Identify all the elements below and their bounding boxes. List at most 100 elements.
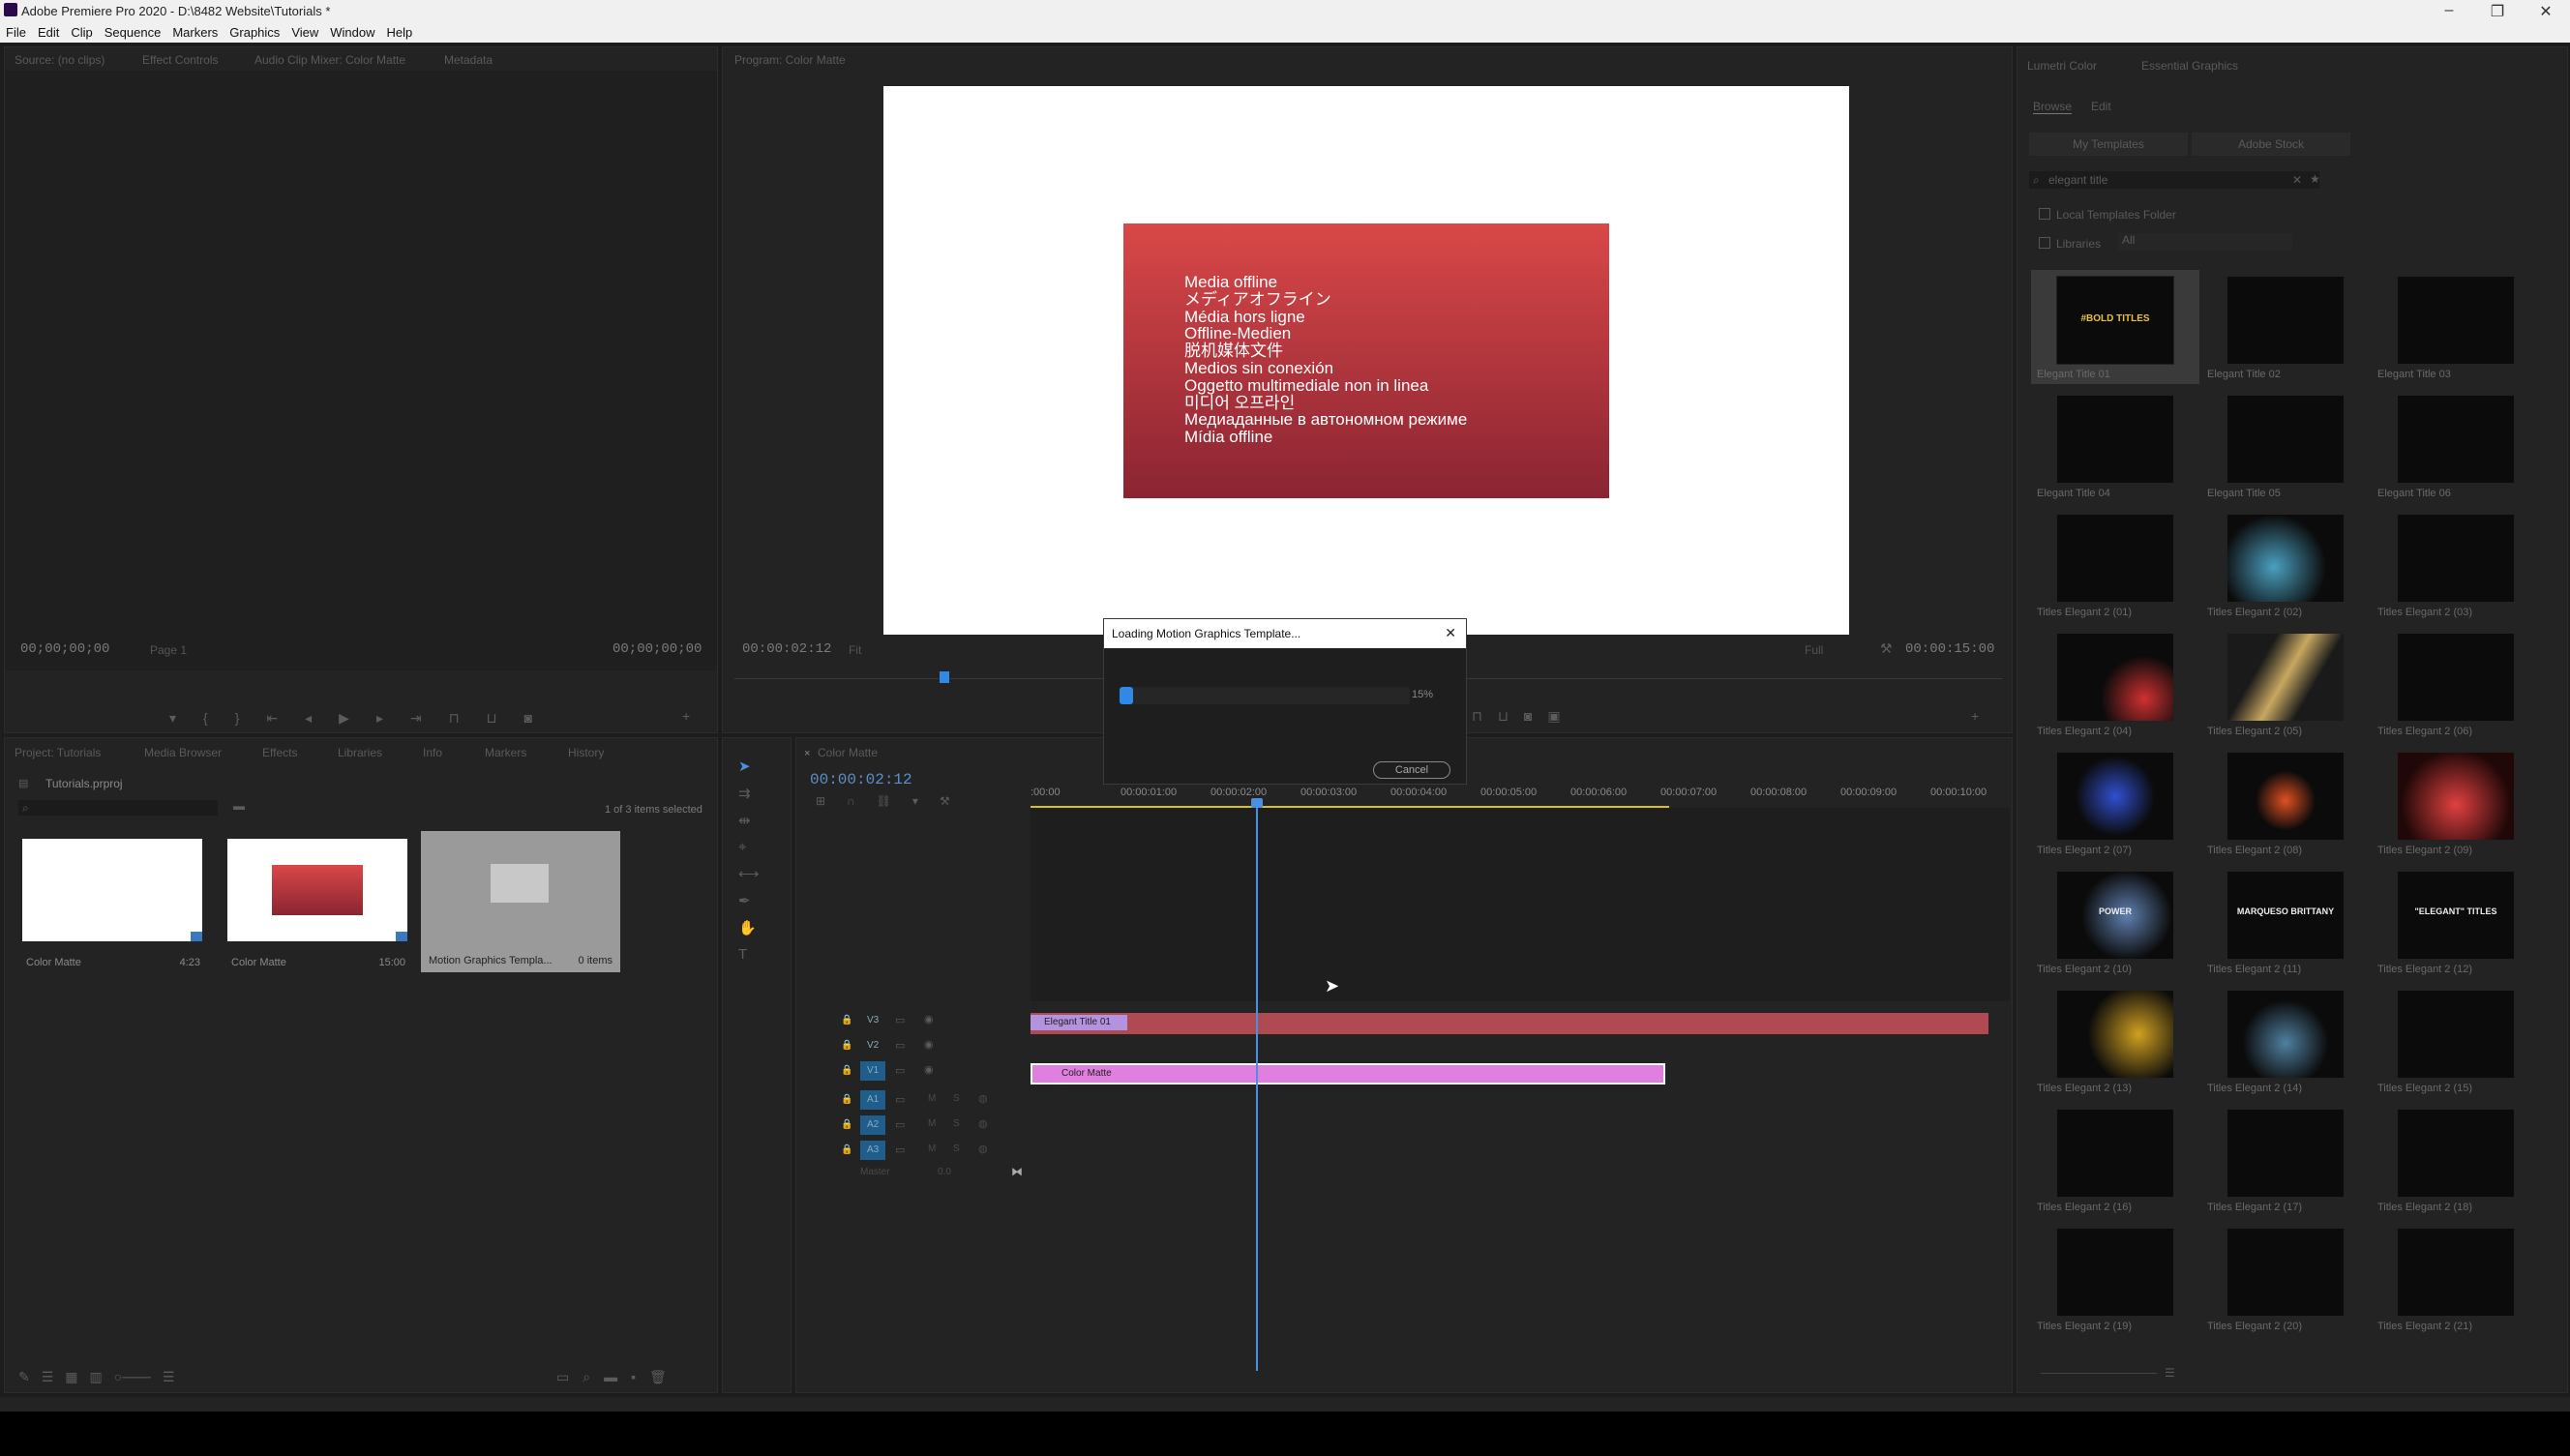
template-item[interactable]: Titles Elegant 2 (14) (2201, 984, 2370, 1098)
template-item[interactable]: Titles Elegant 2 (18) (2372, 1103, 2540, 1217)
slip-tool-icon[interactable]: ⟷ (738, 865, 760, 882)
menu-window[interactable]: Window (330, 25, 374, 40)
sort-icon[interactable]: ☰ (163, 1369, 175, 1385)
new-bin-icon[interactable]: ▬ (233, 799, 245, 813)
subtab-edit[interactable]: Edit (2091, 100, 2111, 113)
mic-icon[interactable]: ◍ (978, 1117, 988, 1130)
selection-tool-icon[interactable]: ➤ (738, 758, 760, 775)
fit-dropdown[interactable]: Fit (849, 643, 861, 657)
template-item[interactable]: Titles Elegant 2 (03) (2372, 508, 2540, 622)
track-target-button[interactable]: A2 (860, 1115, 885, 1135)
tab-markers[interactable]: Markers (485, 746, 526, 759)
template-item[interactable]: Titles Elegant 2 (01) (2031, 508, 2199, 622)
template-item[interactable]: Titles Elegant 2 (08) (2201, 746, 2370, 860)
mic-icon[interactable]: ◍ (978, 1143, 988, 1155)
camera-icon[interactable]: ◙ (524, 710, 532, 727)
close-sequence-icon[interactable]: × (804, 748, 810, 759)
wrench-icon[interactable]: ⚒ (1880, 640, 1893, 657)
track-select-tool-icon[interactable]: ⇉ (738, 785, 760, 802)
track-target-button[interactable]: V3 (860, 1011, 885, 1030)
mark-in-icon[interactable]: { (203, 710, 208, 727)
source-page-dropdown[interactable]: Page 1 (150, 643, 187, 657)
template-item[interactable]: Elegant Title 03 (2372, 270, 2540, 384)
overwrite-icon[interactable]: ⊔ (487, 710, 497, 727)
tab-program[interactable]: Program: Color Matte (734, 53, 846, 67)
list-view-icon[interactable]: ☰ (2165, 1366, 2175, 1380)
playhead-handle[interactable] (1251, 798, 1263, 808)
track-target-button[interactable]: A1 (860, 1090, 885, 1110)
adobe-stock-button[interactable]: Adobe Stock (2192, 133, 2350, 156)
step-forward-icon[interactable]: ▸ (376, 710, 383, 727)
solo-icon[interactable]: S (953, 1093, 960, 1104)
extract-icon[interactable]: ⊔ (1498, 708, 1509, 725)
maximize-icon[interactable]: ❐ (2483, 2, 2512, 21)
find-icon[interactable]: ⌕ (583, 1369, 590, 1385)
lock-icon[interactable]: 🔒 (841, 1015, 852, 1025)
project-search-input[interactable]: ⌕ (18, 800, 218, 816)
tab-media-browser[interactable]: Media Browser (144, 746, 222, 759)
type-tool-icon[interactable]: T (738, 946, 760, 963)
libraries-dropdown[interactable]: All (2118, 233, 2292, 251)
mute-icon[interactable]: M (928, 1144, 936, 1154)
sync-lock-icon[interactable]: ▭ (895, 1144, 905, 1156)
project-item-color-matte-2[interactable]: Color Matte 15:00 (227, 839, 409, 968)
cancel-button[interactable]: Cancel (1373, 761, 1450, 779)
tab-essential-graphics[interactable]: Essential Graphics (2141, 59, 2238, 73)
template-item[interactable]: Titles Elegant 2 (06) (2372, 627, 2540, 741)
lock-icon[interactable]: 🔒 (841, 1065, 852, 1076)
template-item[interactable]: POWER Titles Elegant 2 (10) (2031, 865, 2199, 979)
go-to-end-icon[interactable]: ⧓ (1011, 1165, 1023, 1178)
template-search-input[interactable]: ⌕ elegant title (2029, 171, 2319, 189)
resolution-dropdown[interactable]: Full (1805, 643, 1823, 657)
tab-effects[interactable]: Effects (262, 746, 297, 759)
template-item[interactable]: Elegant Title 02 (2201, 270, 2370, 384)
template-item[interactable]: Titles Elegant 2 (15) (2372, 984, 2540, 1098)
razor-tool-icon[interactable]: ⌖ (738, 839, 760, 855)
libraries-checkbox[interactable] (2039, 237, 2050, 249)
tab-effect-controls[interactable]: Effect Controls (142, 53, 218, 67)
go-to-out-icon[interactable]: ⇥ (410, 710, 422, 727)
menu-help[interactable]: Help (387, 25, 413, 40)
automate-icon[interactable]: ▭ (556, 1369, 569, 1385)
add-marker-icon[interactable]: ▾ (912, 794, 918, 808)
timeline-timecode[interactable]: 00:00:02:12 (810, 771, 912, 788)
insert-icon[interactable]: ⊓ (449, 710, 460, 727)
step-back-icon[interactable]: ◂ (305, 710, 312, 727)
menu-clip[interactable]: Clip (71, 25, 92, 40)
program-add-button-icon[interactable]: + (1971, 708, 1979, 724)
template-item[interactable]: "ELEGANT" TITLES Titles Elegant 2 (12) (2372, 865, 2540, 979)
program-playhead[interactable] (940, 671, 949, 683)
pen-tool-icon[interactable]: ✒ (738, 892, 760, 909)
menu-edit[interactable]: Edit (38, 25, 59, 40)
template-item[interactable]: Titles Elegant 2 (05) (2201, 627, 2370, 741)
tab-source[interactable]: Source: (no clips) (15, 53, 105, 67)
template-item[interactable]: Titles Elegant 2 (09) (2372, 746, 2540, 860)
tab-libraries[interactable]: Libraries (338, 746, 382, 759)
tab-history[interactable]: History (568, 746, 604, 759)
template-item[interactable]: Titles Elegant 2 (02) (2201, 508, 2370, 622)
local-templates-checkbox[interactable] (2039, 208, 2050, 220)
menu-view[interactable]: View (291, 25, 318, 40)
new-bin-icon[interactable]: ▬ (604, 1369, 617, 1385)
ripple-edit-tool-icon[interactable]: ⇹ (738, 812, 760, 829)
template-item[interactable]: MARQUESO BRITTANY Titles Elegant 2 (11) (2201, 865, 2370, 979)
pencil-icon[interactable]: ✎ (18, 1369, 30, 1385)
linked-selection-icon[interactable]: ⛓ (877, 794, 891, 808)
menu-graphics[interactable]: Graphics (229, 25, 280, 40)
source-timecode-in[interactable]: 00;00;00;00 (20, 641, 109, 657)
go-to-in-icon[interactable]: ⇤ (266, 710, 278, 727)
template-item[interactable]: Elegant Title 04 (2031, 389, 2199, 503)
tab-sequence[interactable]: Color Matte (818, 746, 878, 759)
clip-color-matte[interactable]: Color Matte (1031, 1063, 1665, 1085)
sync-lock-icon[interactable]: ▭ (895, 1039, 905, 1052)
mark-out-icon[interactable]: } (235, 710, 240, 727)
zoom-slider-icon[interactable]: ○─── (114, 1369, 151, 1385)
solo-icon[interactable]: S (953, 1144, 960, 1154)
freeform-view-icon[interactable]: ▥ (90, 1369, 103, 1385)
lift-icon[interactable]: ⊓ (1472, 708, 1482, 725)
template-item[interactable]: Titles Elegant 2 (17) (2201, 1103, 2370, 1217)
close-icon[interactable]: ✕ (2531, 2, 2560, 21)
project-item-color-matte-1[interactable]: Color Matte 4:23 (22, 839, 204, 968)
template-item[interactable]: Titles Elegant 2 (07) (2031, 746, 2199, 860)
subtab-browse[interactable]: Browse (2033, 100, 2073, 114)
